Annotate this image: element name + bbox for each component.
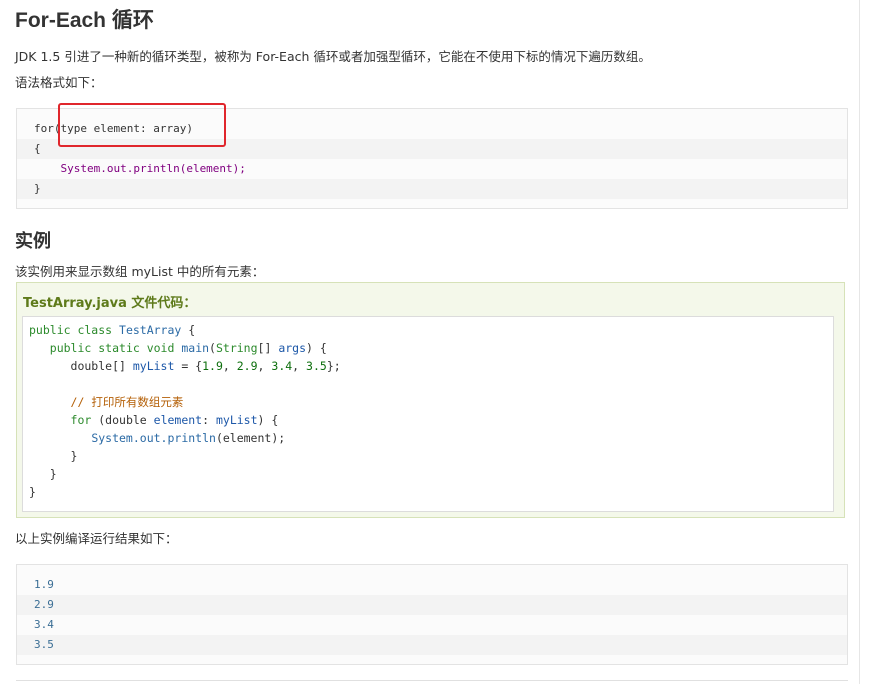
example-panel: TestArray.java 文件代码： public class TestAr… xyxy=(16,282,845,518)
code-line: System.out.println(element); xyxy=(91,431,286,445)
output-line: 2.9 xyxy=(17,595,847,615)
divider xyxy=(16,680,848,681)
code-comment: // 打印所有数组元素 xyxy=(70,395,184,409)
code-text: System.out.println(element); xyxy=(34,162,246,175)
output-line: 3.4 xyxy=(34,618,54,631)
code-line: for (double element: myList) { xyxy=(70,413,279,427)
code-line: public class TestArray { xyxy=(29,323,196,337)
code-line: public static void main(String[] args) { xyxy=(49,341,327,355)
output-block: 1.9 2.9 3.4 3.5 xyxy=(16,564,848,665)
code-line: double[] myList = {1.9, 2.9, 3.4, 3.5}; xyxy=(29,359,341,373)
article: For-Each 循环 JDK 1.5 引进了一种新的循环类型，被称为 For-… xyxy=(0,0,860,684)
output-line: 3.5 xyxy=(17,635,847,655)
syntax-label: 语法格式如下： xyxy=(15,75,103,90)
intro-paragraph: JDK 1.5 引进了一种新的循环类型，被称为 For-Each 循环或者加强型… xyxy=(15,49,651,64)
example-description: 该实例用来显示数组 myList 中的所有元素： xyxy=(15,264,265,279)
code-line: System.out.println(element); xyxy=(17,159,847,179)
code-line: } xyxy=(29,449,78,463)
example-file-title: TestArray.java 文件代码： xyxy=(23,296,197,311)
result-label: 以上实例编译运行结果如下： xyxy=(15,531,178,546)
highlight-annotation xyxy=(58,103,226,147)
code-line: } xyxy=(29,467,57,481)
example-heading: 实例 xyxy=(15,231,51,252)
code-line: } xyxy=(29,485,36,499)
content-border xyxy=(859,0,860,684)
example-code-block: public class TestArray { public static v… xyxy=(22,316,834,512)
page-title: For-Each 循环 xyxy=(15,9,154,32)
output-line: 1.9 xyxy=(34,578,54,591)
code-line: } xyxy=(17,179,847,199)
